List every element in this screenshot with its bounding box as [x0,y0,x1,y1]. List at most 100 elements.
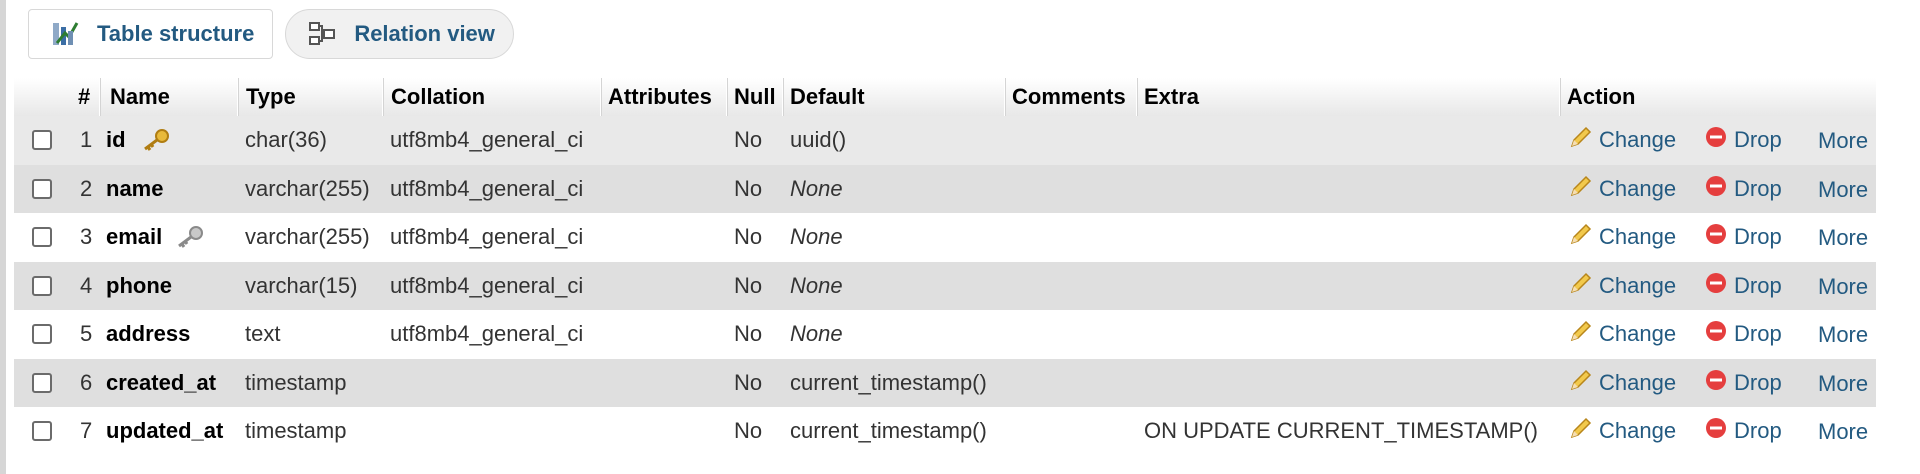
column-null: No [734,127,763,152]
column-default: None [790,224,843,249]
table-header: # Name Type Collation Attributes Null De… [14,78,1876,116]
structure-table: # Name Type Collation Attributes Null De… [14,78,1876,456]
change-button[interactable]: Change [1569,359,1676,408]
column-type: timestamp [245,369,347,395]
drop-label: Drop [1734,321,1782,346]
column-type: timestamp [245,418,347,443]
row-checkbox[interactable] [32,130,52,150]
table-row: 5 address text utf8mb4_general_ci No Non… [14,310,1876,359]
change-label: Change [1599,369,1677,395]
row-number: 1 [80,127,93,152]
table-row: 4 phone varchar(15) utf8mb4_general_ci N… [14,261,1876,311]
drop-button[interactable]: Drop [1704,310,1782,359]
col-header-action: Action [1567,84,1636,109]
change-label: Change [1599,127,1677,152]
change-button[interactable]: Change [1569,262,1676,311]
drop-button[interactable]: Drop [1704,116,1782,165]
table-row: 7 updated_at timestamp No current_timest… [14,407,1876,456]
col-header-number: # [78,84,91,109]
column-name: email [106,224,163,249]
drop-button[interactable]: Drop [1704,165,1782,214]
view-tabs: Table structure Relation view [28,9,514,59]
row-checkbox[interactable] [32,324,52,344]
row-number: 6 [80,369,93,395]
drop-icon [1704,416,1728,446]
column-default: current_timestamp() [790,369,987,395]
pencil-icon [1569,174,1593,204]
drop-button[interactable]: Drop [1704,262,1782,311]
left-panel-border [0,0,6,474]
column-null: No [734,175,763,201]
column-type: varchar(255) [245,175,370,201]
column-default: uuid() [790,127,847,152]
col-header-type[interactable]: Type [246,78,296,116]
column-type: text [245,321,281,346]
change-label: Change [1599,175,1677,201]
drop-button[interactable]: Drop [1704,359,1782,408]
drop-icon [1704,271,1728,301]
drop-label: Drop [1734,127,1782,152]
tab-table-structure[interactable]: Table structure [28,9,274,59]
row-checkbox[interactable] [32,178,52,199]
tab-relation-view[interactable]: Relation view [285,9,514,59]
column-collation: utf8mb4_general_ci [390,127,584,152]
column-name: name [106,175,164,201]
tab-label: Relation view [354,21,495,46]
col-header-extra[interactable]: Extra [1144,78,1199,116]
pencil-icon [1569,222,1593,252]
column-name: id [106,127,126,152]
col-header-collation[interactable]: Collation [391,78,485,116]
drop-icon [1704,368,1728,398]
more-menu[interactable]: More [1818,262,1868,311]
more-menu[interactable]: More [1818,116,1868,165]
table-structure-icon [51,21,79,47]
column-collation: utf8mb4_general_ci [390,175,584,201]
column-collation: utf8mb4_general_ci [390,224,584,249]
column-null: No [734,272,763,298]
column-name: created_at [106,369,217,395]
drop-icon [1704,222,1728,252]
row-checkbox[interactable] [32,421,52,441]
column-extra: ON UPDATE CURRENT_TIMESTAMP() [1144,418,1538,443]
column-default: None [790,175,843,201]
col-header-name[interactable]: Name [110,78,170,116]
table-row: 6 created_at timestamp No current_timest… [14,358,1876,408]
row-checkbox[interactable] [32,227,52,247]
row-checkbox[interactable] [32,372,52,393]
col-header-attributes[interactable]: Attributes [608,78,712,116]
column-default: None [790,321,843,346]
column-name: address [106,321,191,346]
pencil-icon [1569,416,1593,446]
more-menu[interactable]: More [1818,165,1868,214]
more-menu[interactable]: More [1818,310,1868,359]
more-menu[interactable]: More [1818,213,1868,262]
change-label: Change [1599,272,1677,298]
drop-icon [1704,319,1728,349]
change-button[interactable]: Change [1569,165,1676,214]
change-label: Change [1599,418,1677,443]
row-number: 3 [80,224,93,249]
column-null: No [734,369,763,395]
row-number: 4 [80,272,93,298]
drop-label: Drop [1734,272,1782,298]
col-header-default[interactable]: Default [790,78,865,116]
pencil-icon [1569,368,1593,398]
col-header-null[interactable]: Null [734,78,776,116]
column-default: current_timestamp() [790,418,987,443]
drop-label: Drop [1734,418,1782,443]
change-label: Change [1599,321,1677,346]
change-button[interactable]: Change [1569,310,1676,359]
change-button[interactable]: Change [1569,407,1676,456]
column-collation: utf8mb4_general_ci [390,272,584,298]
col-header-comments[interactable]: Comments [1012,78,1126,116]
change-button[interactable]: Change [1569,116,1676,165]
drop-icon [1704,125,1728,155]
change-button[interactable]: Change [1569,213,1676,262]
drop-label: Drop [1734,224,1782,249]
more-menu[interactable]: More [1818,359,1868,408]
drop-button[interactable]: Drop [1704,213,1782,262]
drop-button[interactable]: Drop [1704,407,1782,456]
more-menu[interactable]: More [1818,407,1868,456]
row-checkbox[interactable] [32,275,52,296]
column-type: char(36) [245,127,327,152]
